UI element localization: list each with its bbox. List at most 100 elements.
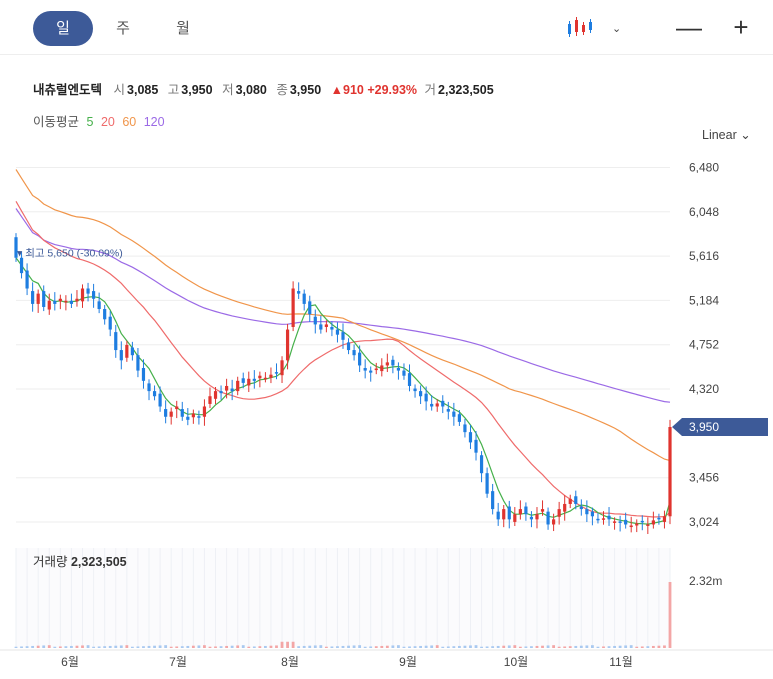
candle-body	[646, 524, 650, 526]
volume-bar	[419, 645, 422, 648]
volume-bar	[241, 645, 245, 648]
candle-body	[413, 388, 417, 392]
candle-body	[141, 368, 146, 381]
candle-body	[319, 324, 323, 330]
volume-bar	[297, 646, 301, 648]
date-tick-label: 8월	[281, 655, 299, 669]
candle-body	[507, 506, 511, 520]
candle-body	[25, 270, 29, 289]
volume-bar	[313, 645, 317, 648]
candle-body	[130, 347, 134, 356]
candle-body	[42, 291, 46, 307]
candles	[14, 233, 672, 535]
price-tick-label: 6,048	[689, 205, 719, 219]
volume-bar	[64, 646, 68, 648]
volume-bar	[524, 646, 528, 648]
candle-body	[352, 350, 356, 356]
candle-body	[186, 416, 190, 420]
volume-bar	[330, 646, 334, 648]
candle-body	[263, 377, 268, 380]
candle-body	[125, 344, 129, 358]
volume-bar	[341, 645, 345, 648]
volume-bar	[530, 646, 533, 648]
candle-body	[291, 288, 295, 327]
candle-body	[164, 409, 168, 417]
candle-body	[208, 396, 212, 404]
volume-bar	[496, 645, 500, 648]
ma-60-line	[15, 169, 671, 462]
candle-body	[236, 380, 240, 392]
candle-body	[430, 403, 434, 407]
candle-body	[280, 360, 284, 376]
candle-body	[152, 391, 157, 397]
candle-body	[258, 375, 262, 379]
candle-body	[418, 391, 423, 397]
candle-body	[252, 378, 256, 381]
candle-body	[468, 432, 473, 443]
volume-bar	[663, 645, 666, 648]
volume-bar	[635, 646, 639, 648]
candle-body	[529, 516, 534, 520]
volume-bar	[291, 641, 295, 648]
candle-body	[590, 511, 595, 517]
candle-body	[19, 257, 24, 274]
candle-body	[574, 496, 578, 504]
volume-bar	[191, 645, 195, 648]
price-chart[interactable]: 6,480 6,048 5,616 5,184 4,752 4,320 3,456 3,024…	[0, 0, 773, 679]
date-tick-label: 7월	[169, 655, 187, 669]
candle-body	[91, 291, 96, 299]
candle-body	[53, 300, 57, 304]
volume-bar	[391, 645, 395, 648]
date-tick-label: 6월	[61, 655, 79, 669]
volume-bar	[164, 645, 168, 648]
candle-body	[535, 514, 539, 520]
volume-bar	[308, 645, 312, 648]
volume-bar	[585, 645, 589, 648]
candle-body	[463, 424, 467, 433]
volume-bar	[651, 645, 655, 648]
volume-bar	[518, 646, 522, 648]
candle-body	[546, 511, 550, 525]
volume-bar	[640, 646, 644, 648]
volume-bar	[75, 645, 79, 648]
volume-bar	[130, 646, 134, 648]
volume-bar	[119, 645, 123, 648]
volume-bar	[629, 645, 633, 648]
volume-bar	[513, 645, 517, 648]
volume-total: 2,323,505	[71, 555, 127, 569]
volume-bar	[258, 646, 262, 648]
candle-body	[86, 288, 90, 294]
candle-body	[313, 316, 317, 325]
candle-body	[441, 400, 445, 407]
candle-body	[369, 370, 373, 373]
volume-bar	[114, 645, 118, 648]
volume-bar	[214, 646, 217, 648]
volume-bar	[363, 646, 367, 648]
candle-body	[213, 391, 218, 399]
volume-bar	[264, 645, 267, 648]
candle-body	[457, 414, 461, 422]
candle-body	[563, 503, 567, 512]
volume-bar	[230, 645, 234, 648]
candle-body	[158, 393, 162, 407]
candle-body	[358, 352, 362, 366]
volume-bar	[125, 645, 129, 648]
candle-body	[585, 509, 589, 515]
candle-body	[363, 368, 367, 371]
volume-bar	[81, 645, 84, 648]
max-price-annotation: ▾ 최고 5,650 (-30.09%)	[17, 248, 123, 260]
ma-120-path	[15, 208, 671, 403]
price-axis: 6,480 6,048 5,616 5,184 4,752 4,320 3,456 3,024	[689, 160, 719, 529]
volume-bar	[158, 645, 162, 648]
volume-bar	[413, 646, 417, 648]
candle-body	[552, 519, 556, 525]
volume-bar	[441, 646, 445, 648]
volume-bar	[275, 645, 278, 648]
volume-bar	[507, 645, 511, 648]
candle-body	[579, 506, 583, 510]
candle-body	[297, 291, 301, 294]
date-axis: 6월 7월 8월 9월 10월 11월	[0, 649, 773, 669]
volume-bar	[208, 646, 212, 648]
volume-bar	[203, 645, 206, 648]
candle-body	[651, 520, 655, 525]
